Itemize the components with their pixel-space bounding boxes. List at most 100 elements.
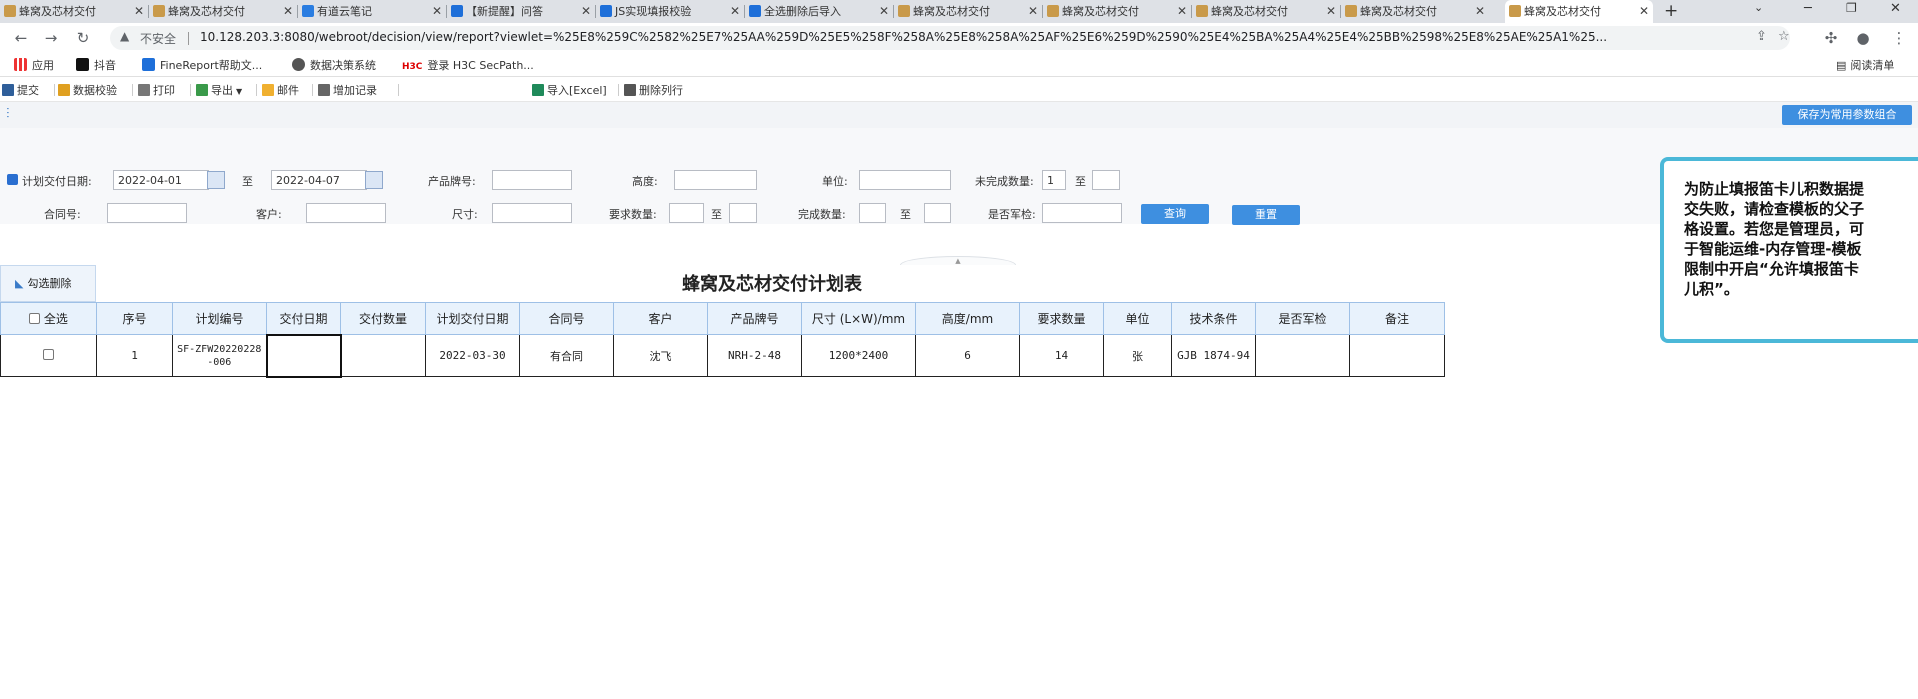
browser-tab[interactable]: 蜂窝及芯材交付 ✕ (1341, 0, 1489, 23)
add-record-button[interactable]: 增加记录 (318, 82, 377, 98)
browser-tab[interactable]: 【新提醒】问答 ✕ (447, 0, 595, 23)
column-header: 计划编号 (172, 302, 267, 335)
collapse-param-panel-toggle[interactable]: ▲ (900, 256, 1016, 265)
close-icon[interactable]: ✕ (1639, 0, 1649, 23)
bookmark-h3c[interactable]: H3C 登录 H3C SecPath... (402, 57, 534, 73)
browser-tab[interactable]: 蜂窝及芯材交付 ✕ (1043, 0, 1191, 23)
browser-tab[interactable]: 有道云笔记 ✕ (298, 0, 446, 23)
close-icon[interactable]: ✕ (879, 0, 889, 23)
browser-tab[interactable]: 蜂窝及芯材交付 ✕ (0, 0, 148, 23)
forward-icon[interactable]: → (40, 27, 62, 49)
save-param-combo-button[interactable]: 保存为常用参数组合 (1782, 105, 1912, 125)
to-label: 至 (900, 208, 911, 221)
query-button[interactable]: 查询 (1141, 204, 1209, 224)
cell-military-check[interactable] (1255, 334, 1350, 377)
select-all-checkbox[interactable] (29, 313, 41, 324)
done-qty-from-input[interactable] (859, 203, 886, 223)
browser-tab[interactable]: 蜂窝及芯材交付 ✕ (894, 0, 1042, 23)
share-icon[interactable]: ⇪ (1756, 29, 1767, 44)
reading-list-label: 阅读清单 (1850, 59, 1895, 72)
browser-tab[interactable]: JS实现填报校验 ✕ (596, 0, 744, 23)
military-check-input[interactable] (1042, 203, 1122, 223)
close-icon[interactable]: ✕ (134, 0, 144, 23)
print-button[interactable]: 打印 (138, 82, 175, 98)
tab-search-icon[interactable]: ⌄ (1754, 1, 1763, 14)
browser-tab[interactable]: 蜂窝及芯材交付 ✕ (149, 0, 297, 23)
to-label: 至 (711, 208, 722, 221)
browser-tab[interactable]: 全选删除后导入 ✕ (745, 0, 893, 23)
new-tab-icon[interactable]: + (1664, 0, 1678, 22)
filter-sliders-icon[interactable]: ⫶ (6, 106, 10, 122)
column-header: 技术条件 (1171, 302, 1256, 335)
bookmark-finereport-help[interactable]: FineReport帮助文... (142, 57, 262, 73)
tab-label: 有道云笔记 (317, 5, 372, 18)
browser-tab-active[interactable]: 蜂窝及芯材交付 ✕ (1505, 0, 1653, 23)
cell-delivery-date[interactable] (265, 333, 342, 378)
reading-list[interactable]: ▤ 阅读清单 (1836, 57, 1894, 73)
extensions-icon[interactable]: ✣ (1820, 27, 1842, 49)
plan-date-to-input[interactable] (271, 170, 367, 190)
size-input[interactable] (492, 203, 572, 223)
header-select-all[interactable]: 全选 (0, 302, 97, 335)
unit-input[interactable] (859, 170, 951, 190)
bookmark-apps[interactable]: 应用 (14, 57, 54, 73)
report-favicon-icon (1047, 5, 1059, 17)
close-icon[interactable]: ✕ (1177, 0, 1187, 23)
close-icon[interactable]: ✕ (730, 0, 740, 23)
req-qty-from-input[interactable] (669, 203, 704, 223)
import-excel-button[interactable]: 导入[Excel] (532, 82, 607, 98)
row-checkbox[interactable] (43, 349, 54, 360)
tab-label: 蜂窝及芯材交付 (1211, 5, 1288, 18)
calendar-icon[interactable] (365, 171, 383, 189)
bookmark-decision-system[interactable]: 数据决策系统 (292, 57, 376, 73)
unfinished-qty-to-input[interactable] (1092, 170, 1120, 190)
douyin-icon (76, 58, 89, 71)
column-header: 交付数量 (340, 302, 426, 335)
bookmark-douyin[interactable]: 抖音 (76, 57, 116, 73)
export-button[interactable]: 导出 ▼ (196, 82, 242, 98)
close-icon[interactable]: ✕ (1475, 0, 1485, 23)
product-input[interactable] (492, 170, 572, 190)
close-icon[interactable]: ✕ (581, 0, 591, 23)
bookmark-star-icon[interactable]: ☆ (1778, 29, 1790, 44)
data-validate-button[interactable]: 数据校验 (58, 82, 117, 98)
tab-label: 蜂窝及芯材交付 (168, 5, 245, 18)
reload-icon[interactable]: ↻ (72, 27, 94, 49)
printer-icon (138, 84, 150, 96)
cell-delivery-qty[interactable] (340, 334, 426, 377)
profile-avatar-icon[interactable]: ● (1852, 27, 1874, 49)
unfinished-qty-from-input[interactable] (1042, 170, 1066, 190)
browser-tab[interactable]: 蜂窝及芯材交付 ✕ (1192, 0, 1340, 23)
delete-row-button[interactable]: 删除列行 (624, 82, 683, 98)
url-text[interactable]: 10.128.203.3:8080/webroot/decision/view/… (200, 30, 1640, 44)
mail-button[interactable]: 邮件 (262, 82, 299, 98)
menu-kebab-icon[interactable]: ⋮ (1888, 27, 1910, 49)
military-check-label: 是否军检: (988, 208, 1036, 221)
cell-unit: 张 (1103, 334, 1172, 377)
row-select-cell[interactable] (0, 334, 97, 377)
delete-selected-button[interactable]: ◣ 勾选删除 (0, 265, 96, 302)
close-icon[interactable]: ✕ (432, 0, 442, 23)
back-icon[interactable]: ← (10, 27, 32, 49)
reset-button[interactable]: 重置 (1232, 205, 1300, 225)
column-header: 是否军检 (1255, 302, 1350, 335)
req-qty-to-input[interactable] (729, 203, 757, 223)
close-icon[interactable]: ✕ (283, 0, 293, 23)
plan-date-checkbox[interactable] (7, 174, 18, 185)
restore-icon[interactable]: ❐ (1846, 1, 1857, 15)
minimize-icon[interactable]: ─ (1804, 1, 1812, 16)
plan-date-from-input[interactable] (113, 170, 209, 190)
cell-remark[interactable] (1349, 334, 1445, 377)
close-icon[interactable]: ✕ (1326, 0, 1336, 23)
close-icon[interactable]: ✕ (1028, 0, 1038, 23)
done-qty-to-input[interactable] (924, 203, 951, 223)
contract-input[interactable] (107, 203, 187, 223)
tab-label: 【新提醒】问答 (466, 5, 543, 18)
close-window-icon[interactable]: ✕ (1890, 1, 1901, 16)
customer-input[interactable] (306, 203, 386, 223)
address-bar[interactable]: ▲ 不安全 10.128.203.3:8080/webroot/decision… (110, 26, 1790, 50)
height-input[interactable] (674, 170, 757, 190)
submit-button[interactable]: 提交 (2, 82, 39, 98)
height-label: 高度: (632, 175, 658, 188)
calendar-icon[interactable] (207, 171, 225, 189)
